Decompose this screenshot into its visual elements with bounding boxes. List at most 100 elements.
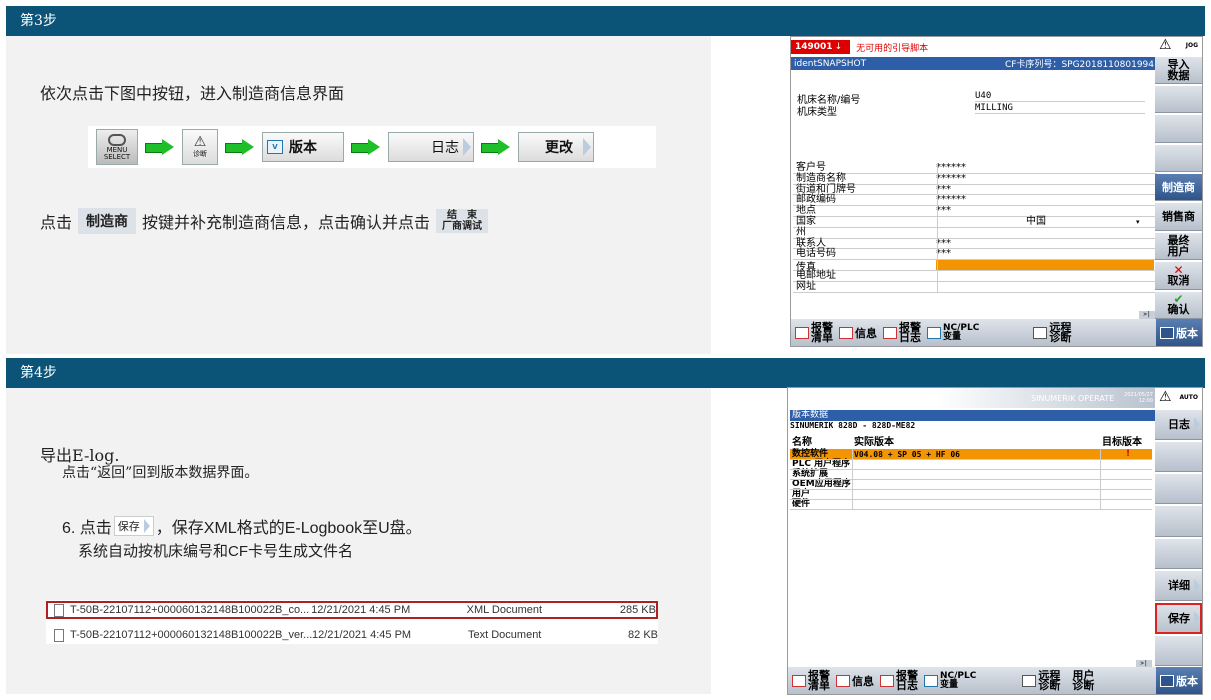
step3-instruction: 依次点击下图中按钮，进入制造商信息界面 — [40, 84, 345, 103]
details-softkey[interactable]: 详细 — [1155, 571, 1202, 602]
message-icon — [836, 674, 850, 687]
fax-field[interactable] — [936, 260, 1154, 271]
step4-header: 第4步 — [6, 358, 1205, 388]
remote-diagnosis-softkey[interactable]: 远程 诊断 — [1022, 670, 1060, 691]
version-icon: V — [267, 140, 283, 154]
version-button[interactable]: V 版本 — [262, 132, 344, 162]
variable-icon — [927, 326, 941, 339]
file-row[interactable]: T-50B-22107112+000060132148B100022B_co..… — [46, 601, 658, 619]
empty-softkey[interactable] — [1155, 115, 1202, 143]
file-icon — [54, 603, 64, 617]
menu-select-button[interactable]: MENU SELECT — [96, 129, 138, 165]
save-button[interactable]: 保存 — [113, 516, 154, 536]
chevron-right-icon — [143, 519, 150, 533]
alarm-number: 149001 — [791, 40, 837, 54]
alarm-list-softkey[interactable]: 报警 清单 — [792, 670, 830, 691]
hmi-version-data-screen: SINUMERIK OPERATE 2021/05/27 12:00 版本数据 S… — [787, 387, 1203, 695]
change-button[interactable]: 更改 — [518, 132, 594, 162]
manufacturer-key[interactable]: 制造商 — [78, 208, 137, 234]
horizontal-softkeys: 报警 清单 信息 报警 日志 NC/PLC 变量 远程 诊断 用户 诊断 版本 — [788, 667, 1202, 694]
remote-diagnosis-softkey[interactable]: 远程 诊断 — [1033, 322, 1071, 343]
version-data-title: 版本数据 — [790, 410, 1157, 421]
city-field[interactable]: *** — [936, 205, 951, 216]
empty-softkey[interactable] — [1155, 635, 1202, 667]
step3-line2: 点击 制造商 按键并补充制造商信息，点击确认并点击 结 束 厂商调试 — [40, 208, 489, 234]
messages-softkey[interactable]: 信息 — [836, 673, 874, 689]
street-field[interactable]: *** — [936, 184, 951, 195]
col-header-actual: 实际版本 — [854, 437, 894, 448]
manufacturer-name-field[interactable]: ****** — [936, 173, 966, 184]
contact-field[interactable]: *** — [936, 238, 951, 249]
postcode-field[interactable]: ****** — [936, 194, 966, 205]
menu-icon — [108, 133, 126, 146]
table-row-selected[interactable] — [790, 449, 1152, 459]
row-divider — [790, 479, 1152, 480]
nc-plc-variables-softkey[interactable]: NC/PLC 变量 — [924, 671, 976, 690]
end-user-softkey[interactable]: 最终 用户 — [1155, 232, 1202, 261]
version-table: 名称 实际版本 目标版本 数控软件 V04.08 + SP 05 + HF 06… — [790, 436, 1152, 516]
chevron-down-icon: ▾ — [1136, 218, 1140, 226]
row-divider — [790, 509, 1152, 510]
version-softkey[interactable]: 版本 — [1156, 667, 1202, 694]
hmi-title-bar: identSNAPSHOT CF卡序列号：SPG2018110801994 — [791, 57, 1157, 70]
empty-softkey[interactable] — [1155, 85, 1202, 114]
empty-softkey[interactable] — [1155, 538, 1202, 570]
machine-name-value: U40 — [975, 91, 1145, 102]
save-softkey[interactable]: 保存 — [1155, 603, 1202, 634]
customer-no-field[interactable]: ****** — [936, 162, 966, 173]
hmi-identsnapshot-screen: 149001 ↓ 无可用的引导脚本 identSNAPSHOT CF卡序列号：S… — [790, 36, 1203, 347]
nav-flow-strip: MENU SELECT ⚠ 诊断 V 版本 日志 更改 — [88, 126, 656, 168]
green-arrow-icon — [481, 139, 511, 155]
file-row[interactable]: T-50B-22107112+000060132148B100022B_ver.… — [46, 626, 658, 644]
alarm-icon — [795, 326, 809, 339]
message-icon — [839, 326, 853, 339]
alarm-icon — [792, 674, 806, 687]
alarm-log-softkey[interactable]: 报警 日志 — [880, 670, 918, 691]
log-softkey[interactable]: 日志 — [1155, 409, 1202, 440]
nc-plc-variables-softkey[interactable]: NC/PLC 变量 — [927, 323, 979, 342]
version-softkey[interactable]: 版本 — [1156, 319, 1202, 346]
column-divider — [937, 163, 938, 293]
empty-softkey[interactable] — [1155, 441, 1202, 473]
row-divider — [790, 459, 1152, 460]
chevron-right-icon — [1194, 611, 1200, 626]
finish-oem-commissioning-key[interactable]: 结 束 厂商调试 — [436, 209, 489, 233]
log-button[interactable]: 日志 — [388, 132, 474, 162]
file-icon — [54, 628, 64, 642]
row-divider — [790, 469, 1152, 470]
phone-field[interactable]: *** — [936, 248, 951, 259]
remote-icon — [1022, 674, 1037, 687]
col-header-target: 目标版本 — [1102, 437, 1142, 448]
mode-indicator: ⚠ JOG — [1155, 37, 1202, 55]
diagnosis-button[interactable]: ⚠ 诊断 — [182, 129, 218, 165]
messages-softkey[interactable]: 信息 — [839, 325, 877, 341]
alarm-log-softkey[interactable]: 报警 日志 — [883, 322, 921, 343]
empty-softkey[interactable] — [1155, 144, 1202, 173]
confirm-softkey[interactable]: ✔ 确认 — [1155, 291, 1202, 319]
empty-softkey[interactable] — [1155, 506, 1202, 537]
user-diagnosis-softkey[interactable]: 用户 诊断 — [1072, 670, 1094, 691]
import-data-softkey[interactable]: 导入 数据 — [1155, 56, 1202, 84]
remote-icon — [1033, 326, 1048, 339]
empty-softkey[interactable] — [1155, 474, 1202, 505]
diagnosis-icon: ⚠ — [193, 134, 207, 150]
country-select[interactable]: 中国 — [936, 216, 1136, 228]
cancel-softkey[interactable]: ✕ 取消 — [1155, 262, 1202, 290]
mode-indicator: ⚠ AUTO — [1155, 388, 1202, 408]
col-header-name: 名称 — [792, 437, 812, 448]
alarm-line: 149001 ↓ 无可用的引导脚本 — [791, 37, 1157, 57]
page-right-icon[interactable]: >| — [1139, 311, 1155, 319]
step4-line2: 点击“返回”回到版本数据界面。 — [62, 465, 259, 481]
dealer-softkey[interactable]: 销售商 — [1155, 203, 1202, 231]
manufacturer-softkey[interactable]: 制造商 — [1155, 174, 1202, 202]
vertical-softkeys: ⚠ JOG 导入 数据 制造商 销售商 最终 用户 ✕ 取消 ✔ 确认 — [1155, 37, 1202, 321]
step3-header: 第3步 — [6, 6, 1205, 36]
green-arrow-icon — [225, 139, 255, 155]
col-divider — [852, 449, 853, 509]
alarm-list-softkey[interactable]: 报警 清单 — [795, 322, 833, 343]
chevron-right-icon — [463, 138, 471, 156]
diagnosis-icon: ⚠ — [1159, 389, 1172, 406]
step4-line4: 系统自动按机床编号和CF卡号生成文件名 — [78, 543, 353, 560]
green-arrow-icon — [145, 139, 175, 155]
vertical-softkeys: ⚠ AUTO 日志 详细 保存 — [1155, 388, 1202, 668]
